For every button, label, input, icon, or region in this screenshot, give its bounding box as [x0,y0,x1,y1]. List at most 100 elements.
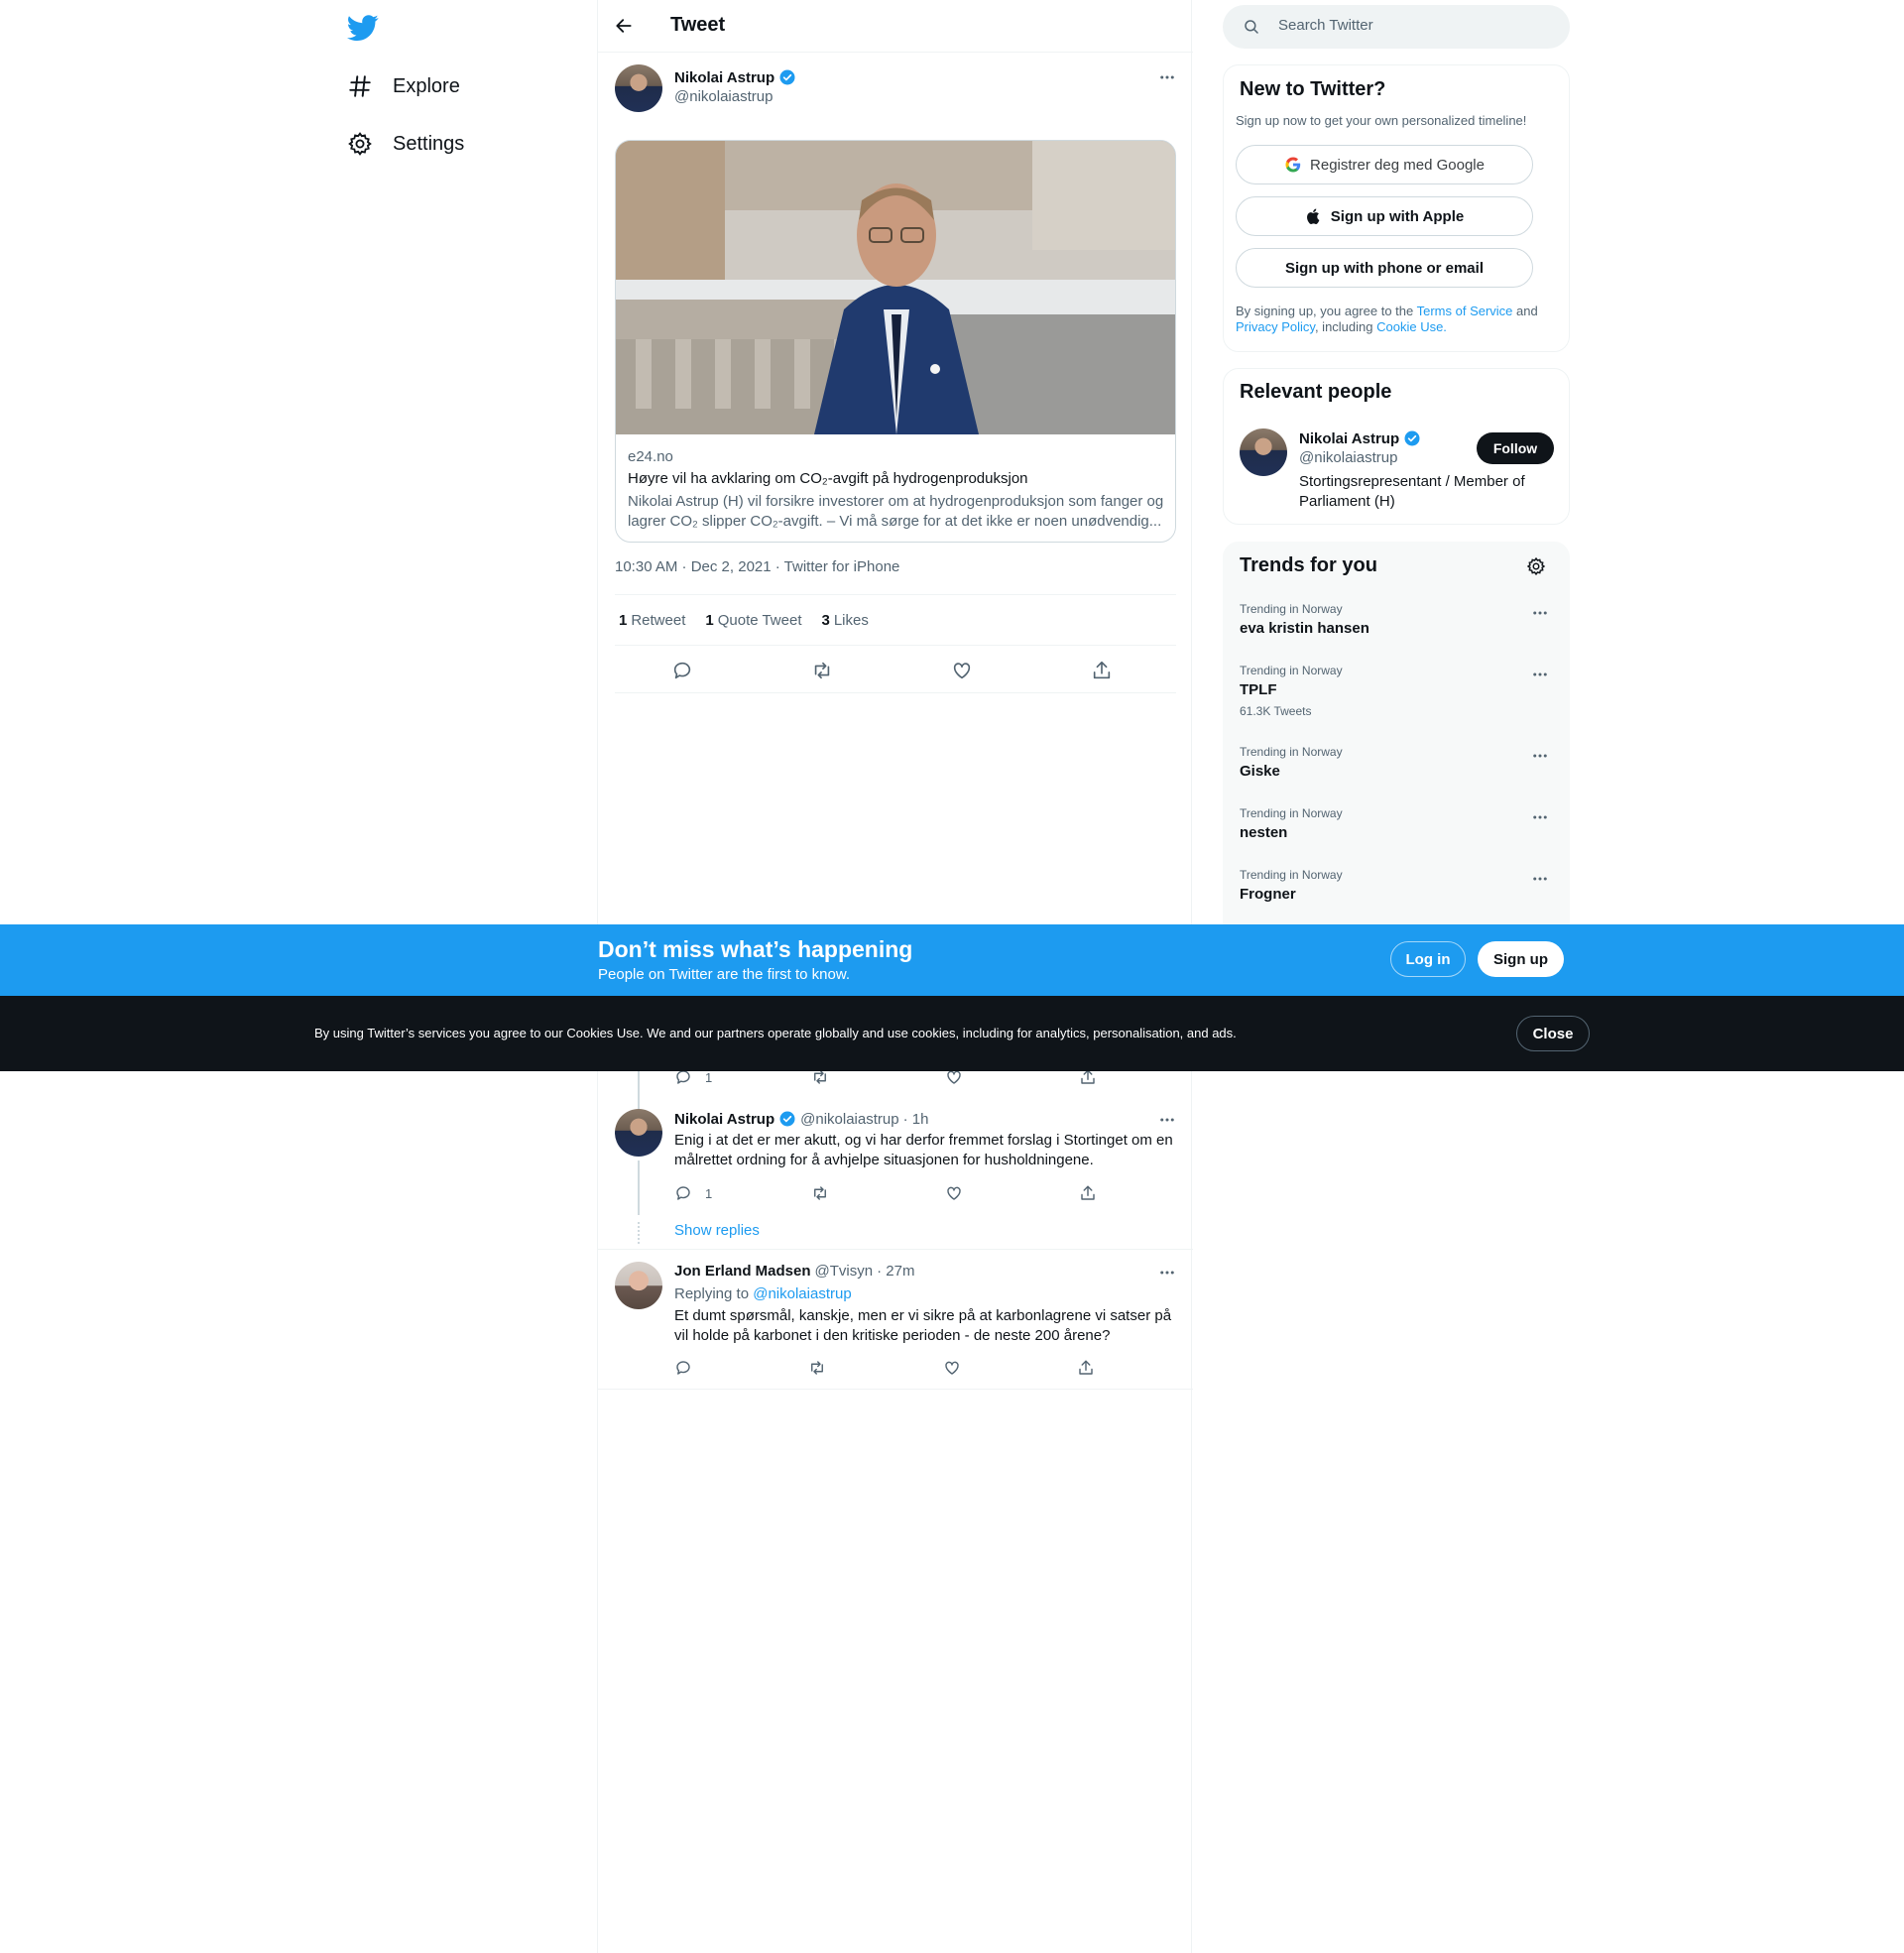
more-icon[interactable] [1158,68,1176,86]
tweet-stats: 1 Retweet 1 Quote Tweet 3 Likes [615,594,1176,646]
retweets-label: Retweet [631,611,686,629]
tweet-actions [615,646,1176,693]
trend-item[interactable]: Trending in Norway eva kristin hansen [1240,602,1557,637]
login-banner-subtitle: People on Twitter are the first to know. [598,966,851,983]
more-icon[interactable] [1531,808,1549,826]
retweet-icon[interactable] [811,660,833,681]
phone-signup-label: Sign up with phone or email [1284,259,1484,277]
avatar[interactable] [615,1109,662,1157]
thread-dots [638,1222,640,1244]
reply-text: Et dumt spørsmål, kanskje, men er vi sik… [674,1307,1172,1344]
retweet-icon[interactable] [808,1359,826,1377]
nav-item-explore[interactable]: Explore [347,66,460,106]
verified-badge-icon [778,1110,796,1128]
nav-item-settings[interactable]: Settings [347,124,464,164]
reply-icon[interactable] [674,1359,692,1377]
trend-item[interactable]: Trending in Norway Frogner [1240,868,1557,903]
quote-tweets-stat[interactable]: 1 Quote Tweet [705,612,801,629]
reply-text: Enig i at det er mer akutt, og vi har de… [674,1132,1173,1168]
trend-name: nesten [1240,824,1288,841]
search-input[interactable] [1278,17,1546,34]
more-icon[interactable] [1531,870,1549,888]
cookie-use-link[interactable]: Cookie Use. [1376,319,1447,334]
relevant-person-name[interactable]: Nikolai Astrup [1299,429,1421,447]
verified-badge-icon [778,68,796,86]
reply-header: Jon Erland Madsen @Tvisyn · 27m [674,1263,914,1280]
thread-line [638,1066,640,1114]
trends-panel: Trends for you Trending in Norway eva kr… [1223,542,1570,938]
legal-text-3: , including [1314,319,1377,334]
likes-label: Likes [833,611,869,629]
search-box[interactable] [1223,5,1570,49]
share-icon[interactable] [1091,660,1113,681]
new-to-twitter-subtitle: Sign up now to get your own personalized… [1236,113,1527,128]
trend-name: Giske [1240,763,1280,780]
reply-author-name[interactable]: Jon Erland Madsen [674,1263,811,1280]
trend-name: TPLF [1240,681,1277,698]
more-icon[interactable] [1158,1264,1176,1282]
reply-header: Nikolai Astrup @nikolaiastrup · 1h [674,1110,928,1128]
phone-signup-button[interactable]: Sign up with phone or email [1236,248,1533,288]
reply-icon[interactable] [671,660,693,681]
gear-icon[interactable] [1526,556,1546,576]
twitter-logo-icon[interactable] [347,12,379,44]
more-icon[interactable] [1531,666,1549,683]
avatar[interactable] [615,1262,662,1309]
more-icon[interactable] [1158,1111,1176,1129]
relevant-person-name-text: Nikolai Astrup [1299,429,1400,447]
link-card[interactable]: e24.no Høyre vil ha avklaring om CO₂-avg… [615,140,1176,543]
cookie-banner: By using Twitter’s services you agree to… [0,996,1904,1071]
retweets-stat[interactable]: 1 Retweet [619,612,685,629]
close-button[interactable]: Close [1516,1016,1590,1051]
signup-legal-text: By signing up, you agree to the Terms of… [1236,304,1543,335]
trend-item[interactable]: Trending in Norway Giske [1240,745,1557,780]
trends-title: Trends for you [1240,554,1377,576]
trend-count: 61.3K Tweets [1240,704,1312,718]
legal-text-1: By signing up, you agree to the [1236,304,1417,318]
show-replies-link[interactable]: Show replies [674,1222,760,1239]
avatar[interactable] [615,64,662,112]
reply-time[interactable]: · 27m [877,1263,914,1280]
reply-author-handle[interactable]: @Tvisyn [815,1263,874,1280]
google-signup-button[interactable]: Registrer deg med Google [1236,145,1533,184]
apple-signup-button[interactable]: Sign up with Apple [1236,196,1533,236]
like-icon[interactable] [945,1184,963,1202]
reply-icon[interactable] [674,1184,692,1202]
relevant-person-handle[interactable]: @nikolaiastrup [1299,449,1397,466]
follow-button[interactable]: Follow [1477,432,1554,464]
retweet-icon[interactable] [811,1184,829,1202]
page-header: Tweet [598,0,1193,53]
reply-author-handle[interactable]: @nikolaiastrup [800,1111,898,1128]
likes-stat[interactable]: 3 Likes [822,612,869,629]
tweet-author-name[interactable]: Nikolai Astrup [674,68,796,86]
trend-item[interactable]: Trending in Norway TPLF 61.3K Tweets [1240,664,1557,718]
sign-up-button[interactable]: Sign up [1478,941,1564,977]
reply-time[interactable]: · 1h [903,1111,929,1128]
terms-of-service-link[interactable]: Terms of Service [1417,304,1513,318]
like-icon[interactable] [943,1359,961,1377]
privacy-policy-link[interactable]: Privacy Policy [1236,319,1315,334]
replying-to-handle[interactable]: @nikolaiastrup [753,1285,851,1302]
nav-item-explore-label: Explore [393,74,460,97]
google-signup-label: Registrer deg med Google [1310,156,1485,174]
reply-count: 1 [705,1186,713,1201]
like-icon[interactable] [951,660,973,681]
more-icon[interactable] [1531,747,1549,765]
divider [598,1249,1193,1250]
trend-item[interactable]: Trending in Norway nesten [1240,806,1557,841]
link-card-domain: e24.no [628,448,673,465]
share-icon[interactable] [1079,1184,1097,1202]
log-in-button[interactable]: Log in [1390,941,1466,977]
login-banner: Don’t miss what’s happening People on Tw… [0,924,1904,996]
trend-name: eva kristin hansen [1240,620,1369,637]
login-banner-title: Don’t miss what’s happening [598,936,913,962]
share-icon[interactable] [1077,1359,1095,1377]
apple-icon [1305,207,1323,225]
back-arrow-icon[interactable] [614,16,634,36]
more-icon[interactable] [1531,604,1549,622]
tweet-author-handle[interactable]: @nikolaiastrup [674,88,773,105]
tweet-timestamp[interactable]: 10:30 AM · Dec 2, 2021 · Twitter for iPh… [615,558,899,575]
thread-line [638,1160,640,1215]
reply-author-name[interactable]: Nikolai Astrup [674,1111,774,1128]
avatar[interactable] [1240,428,1287,476]
